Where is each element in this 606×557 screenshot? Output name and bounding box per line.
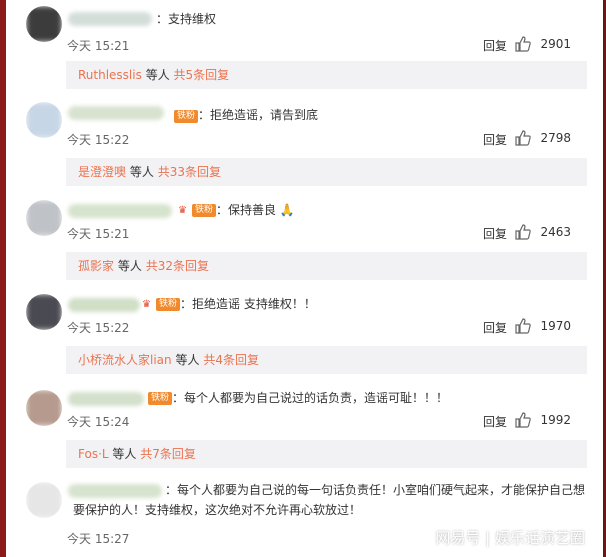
reply-thread-mid: 等人 — [145, 68, 170, 82]
comment-item: 铁粉 ：每个人都要为自己说过的话负责，造谣可耻！！！ 今天 15:24 回复 1… — [6, 376, 603, 472]
comment-meta: 今天 15:22 回复 1970 — [67, 318, 587, 336]
like-count: 2901 — [540, 37, 571, 51]
thumbs-up-icon[interactable] — [515, 130, 531, 146]
reply-button[interactable]: 回复 — [483, 225, 507, 242]
comment-item: 铁粉 ：拒绝造谣，请告到底 今天 15:22 回复 2798 是澄澄噢 等人 共… — [6, 94, 603, 190]
avatar[interactable] — [26, 6, 62, 42]
reply-thread-bar[interactable]: Ruthlesslis 等人 共5条回复 — [66, 61, 587, 89]
username-blurred[interactable] — [68, 204, 172, 218]
reply-thread-mid: 等人 — [117, 259, 142, 273]
fan-badge: 铁粉 — [148, 392, 173, 405]
reply-thread-mid: 等人 — [175, 353, 200, 367]
reply-button[interactable]: 回复 — [483, 319, 507, 336]
avatar[interactable] — [26, 390, 62, 426]
reply-thread-mid: 等人 — [129, 165, 154, 179]
comment-text: ：保持善良 🙏 — [216, 203, 295, 217]
reply-button[interactable]: 回复 — [483, 37, 507, 54]
timestamp: 今天 15:22 — [67, 321, 130, 335]
reply-thread-count[interactable]: 共33条回复 — [158, 165, 221, 179]
reply-thread-user[interactable]: Fos·L — [78, 447, 109, 461]
fan-badge: 铁粉 — [174, 110, 199, 123]
avatar[interactable] — [26, 294, 62, 330]
comment-text: ：拒绝造谣 支持维权！！ — [180, 297, 316, 311]
fan-badge: 铁粉 — [156, 298, 181, 311]
reply-thread-mid: 等人 — [112, 447, 137, 461]
comment-text: ：拒绝造谣，请告到底 — [198, 108, 319, 122]
reply-thread-count[interactable]: 共5条回复 — [174, 68, 230, 82]
timestamp: 今天 15:22 — [67, 133, 130, 147]
like-count: 1992 — [540, 413, 571, 427]
comment-meta: 今天 15:22 回复 2798 — [67, 130, 587, 148]
avatar[interactable] — [26, 200, 62, 236]
thumbs-up-icon[interactable] — [515, 318, 531, 334]
like-count: 2463 — [540, 225, 571, 239]
timestamp: 今天 15:21 — [67, 39, 130, 53]
reply-thread-count[interactable]: 共7条回复 — [140, 447, 196, 461]
avatar[interactable] — [26, 482, 62, 518]
reply-button[interactable]: 回复 — [483, 413, 507, 430]
praying-hands-icon: 🙏 — [276, 203, 295, 217]
reply-thread-user[interactable]: 孤影家 — [78, 259, 114, 273]
vip-crown-icon: ♛ — [142, 299, 151, 310]
like-count: 1970 — [540, 319, 571, 333]
comment-item: ♛ 铁粉 ：拒绝造谣 支持维权！！ 今天 15:22 回复 1970 小桥流水人… — [6, 282, 603, 378]
fan-badge: 铁粉 — [192, 204, 217, 217]
reply-thread-user[interactable]: Ruthlesslis — [78, 68, 142, 82]
username-blurred[interactable] — [68, 392, 144, 406]
like-count: 2798 — [540, 131, 571, 145]
watermark: 网易号 | 娱乐话演艺圈 — [435, 529, 585, 547]
reply-thread-user[interactable]: 是澄澄噢 — [78, 165, 126, 179]
vip-crown-icon: ♛ — [178, 205, 187, 216]
comment-text: ：每个人都要为自己说过的话负责，造谣可耻！！！ — [172, 391, 449, 405]
comment-text: ：支持维权 — [156, 12, 217, 26]
timestamp: 今天 15:24 — [67, 415, 130, 429]
thumbs-up-icon[interactable] — [515, 224, 531, 240]
comment-item: ：支持维权 今天 15:21 回复 2901 Ruthlesslis 等人 共5… — [6, 0, 603, 90]
comment-text: ：每个人都要为自己说的每一句话负责任！小室咱们硬气起来，才能保护自己想要保护的人… — [73, 483, 586, 517]
reply-thread-user[interactable]: 小桥流水人家lian — [78, 353, 172, 367]
username-blurred[interactable] — [68, 298, 140, 312]
avatar[interactable] — [26, 102, 62, 138]
thumbs-up-icon[interactable] — [515, 412, 531, 428]
reply-thread-count[interactable]: 共32条回复 — [146, 259, 209, 273]
timestamp: 今天 15:27 — [67, 532, 130, 546]
comment-item: ♛ 铁粉 ：保持善良 🙏 今天 15:21 回复 2463 孤影家 等人 共32… — [6, 188, 603, 284]
reply-thread-count[interactable]: 共4条回复 — [203, 353, 259, 367]
reply-thread-bar[interactable]: 孤影家 等人 共32条回复 — [66, 252, 587, 280]
comment-meta: 今天 15:21 回复 2901 — [67, 36, 587, 54]
username-blurred[interactable] — [68, 12, 152, 26]
reply-button[interactable]: 回复 — [483, 131, 507, 148]
reply-thread-bar[interactable]: 小桥流水人家lian 等人 共4条回复 — [66, 346, 587, 374]
timestamp: 今天 15:21 — [67, 227, 130, 241]
thumbs-up-icon[interactable] — [515, 36, 531, 52]
comment-meta: 今天 15:24 回复 1992 — [67, 412, 587, 430]
comment-feed: ：支持维权 今天 15:21 回复 2901 Ruthlesslis 等人 共5… — [6, 0, 603, 557]
reply-thread-bar[interactable]: 是澄澄噢 等人 共33条回复 — [66, 158, 587, 186]
username-blurred[interactable] — [68, 106, 164, 120]
comment-meta: 今天 15:21 回复 2463 — [67, 224, 587, 242]
reply-thread-bar[interactable]: Fos·L 等人 共7条回复 — [66, 440, 587, 468]
